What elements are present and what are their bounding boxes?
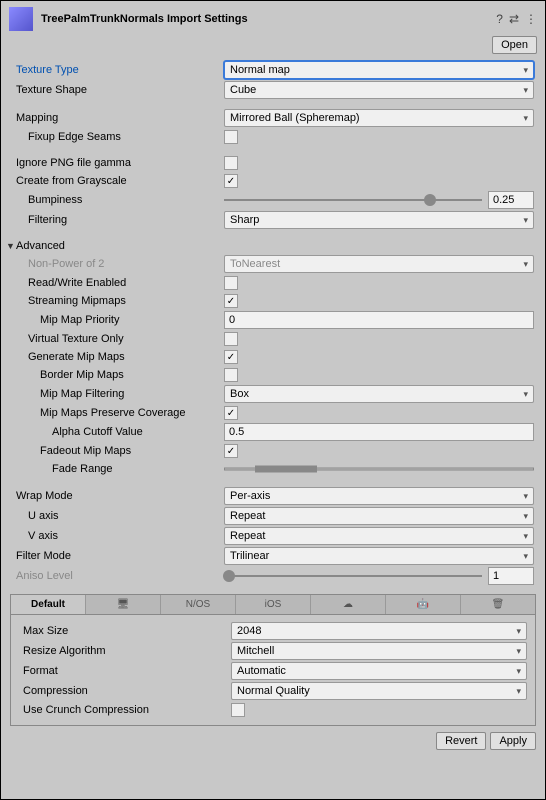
alphacutoff-label: Alpha Cutoff Value xyxy=(4,426,224,438)
readwrite-label: Read/Write Enabled xyxy=(4,277,224,289)
alphacutoff-input[interactable] xyxy=(224,423,534,441)
fixup-edge-checkbox[interactable] xyxy=(224,130,238,144)
maxsize-label: Max Size xyxy=(11,625,231,637)
texture-shape-dropdown[interactable]: Cube xyxy=(224,81,534,99)
page-title: TreePalmTrunkNormals Import Settings xyxy=(41,13,496,25)
nonpow2-label: Non-Power of 2 xyxy=(4,258,224,270)
nonpow2-dropdown: ToNearest xyxy=(224,255,534,273)
tab-android[interactable]: 🤖 xyxy=(386,595,461,614)
uaxis-label: U axis xyxy=(4,510,224,522)
crunch-checkbox[interactable] xyxy=(231,703,245,717)
texture-shape-label: Texture Shape xyxy=(4,84,224,96)
mipcov-checkbox[interactable]: ✓ xyxy=(224,406,238,420)
platform-tabs: Default 🖥 N/OS iOS ☁ 🤖 🗑 xyxy=(10,594,536,615)
create-gray-label: Create from Grayscale xyxy=(4,175,224,187)
ignore-png-checkbox[interactable] xyxy=(224,156,238,170)
advanced-foldout[interactable]: ▼Advanced xyxy=(4,238,542,254)
streammip-label: Streaming Mipmaps xyxy=(4,295,224,307)
mippriority-input[interactable] xyxy=(224,311,534,329)
texture-thumbnail-icon xyxy=(9,7,33,31)
chevron-down-icon: ▼ xyxy=(6,241,16,251)
readwrite-checkbox[interactable] xyxy=(224,276,238,290)
help-icon[interactable]: ? xyxy=(496,12,503,26)
mapping-label: Mapping xyxy=(4,112,224,124)
virttex-checkbox[interactable] xyxy=(224,332,238,346)
texture-type-label: Texture Type xyxy=(4,64,224,76)
filtermode-label: Filter Mode xyxy=(4,550,224,562)
vaxis-dropdown[interactable]: Repeat xyxy=(224,527,534,545)
wrapmode-label: Wrap Mode xyxy=(4,490,224,502)
texture-type-dropdown[interactable]: Normal map xyxy=(224,61,534,79)
bordermip-label: Border Mip Maps xyxy=(4,369,224,381)
bumpiness-value[interactable]: 0.25 xyxy=(488,191,534,209)
maxsize-dropdown[interactable]: 2048 xyxy=(231,622,527,640)
bumpiness-slider[interactable] xyxy=(224,193,482,207)
bumpiness-label: Bumpiness xyxy=(4,194,224,206)
menu-icon[interactable]: ⋮ xyxy=(525,12,537,26)
bordermip-checkbox[interactable] xyxy=(224,368,238,382)
ignore-png-label: Ignore PNG file gamma xyxy=(4,157,224,169)
compression-dropdown[interactable]: Normal Quality xyxy=(231,682,527,700)
mippriority-label: Mip Map Priority xyxy=(4,314,224,326)
uaxis-dropdown[interactable]: Repeat xyxy=(224,507,534,525)
tab-default[interactable]: Default xyxy=(11,595,86,614)
create-gray-checkbox[interactable]: ✓ xyxy=(224,174,238,188)
format-label: Format xyxy=(11,665,231,677)
virttex-label: Virtual Texture Only xyxy=(4,333,224,345)
filtermode-dropdown[interactable]: Trilinear xyxy=(224,547,534,565)
fademip-checkbox[interactable]: ✓ xyxy=(224,444,238,458)
faderange-label: Fade Range xyxy=(4,463,224,475)
tab-trash[interactable]: 🗑 xyxy=(461,595,535,614)
fademip-label: Fadeout Mip Maps xyxy=(4,445,224,457)
vaxis-label: V axis xyxy=(4,530,224,542)
mipfilter-dropdown[interactable]: Box xyxy=(224,385,534,403)
streammip-checkbox[interactable]: ✓ xyxy=(224,294,238,308)
tab-nos[interactable]: N/OS xyxy=(161,595,236,614)
apply-button[interactable]: Apply xyxy=(490,732,536,750)
preset-icon[interactable]: ⇄ xyxy=(509,12,519,26)
genmip-checkbox[interactable]: ✓ xyxy=(224,350,238,364)
fixup-edge-label: Fixup Edge Seams xyxy=(4,131,224,143)
resize-dropdown[interactable]: Mitchell xyxy=(231,642,527,660)
crunch-label: Use Crunch Compression xyxy=(11,704,231,716)
mipfilter-label: Mip Map Filtering xyxy=(4,388,224,400)
mipcov-label: Mip Maps Preserve Coverage xyxy=(4,407,224,419)
resize-label: Resize Algorithm xyxy=(11,645,231,657)
aniso-slider[interactable] xyxy=(224,569,482,583)
tab-cloud[interactable]: ☁ xyxy=(311,595,386,614)
tab-standalone[interactable]: 🖥 xyxy=(86,595,161,614)
faderange-slider[interactable] xyxy=(224,462,534,476)
format-dropdown[interactable]: Automatic xyxy=(231,662,527,680)
compression-label: Compression xyxy=(11,685,231,697)
wrapmode-dropdown[interactable]: Per-axis xyxy=(224,487,534,505)
filtering-dropdown[interactable]: Sharp xyxy=(224,211,534,229)
revert-button[interactable]: Revert xyxy=(436,732,486,750)
tab-ios[interactable]: iOS xyxy=(236,595,311,614)
aniso-label: Aniso Level xyxy=(4,570,224,582)
aniso-value[interactable]: 1 xyxy=(488,567,534,585)
filtering-label: Filtering xyxy=(4,214,224,226)
genmip-label: Generate Mip Maps xyxy=(4,351,224,363)
mapping-dropdown[interactable]: Mirrored Ball (Spheremap) xyxy=(224,109,534,127)
open-button[interactable]: Open xyxy=(492,36,537,54)
